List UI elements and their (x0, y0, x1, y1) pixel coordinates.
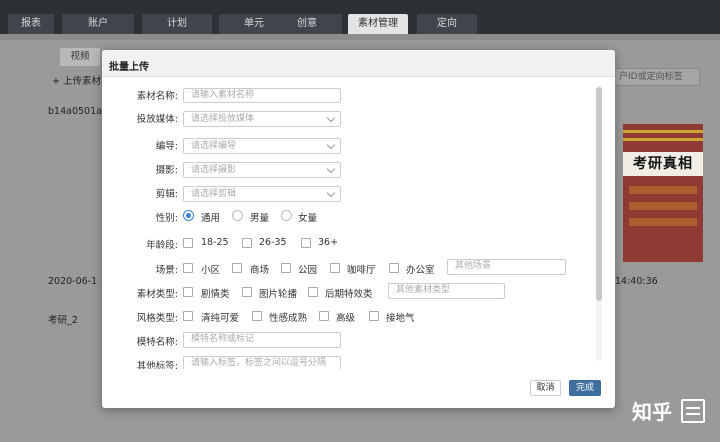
dialog-header: 批量上传 (102, 50, 615, 77)
chevron-down-icon (326, 140, 336, 150)
style-checkbox-down-to-earth[interactable] (369, 311, 379, 321)
age-checkbox-26-35[interactable] (242, 238, 252, 248)
director-select-value: 请选择编导 (191, 141, 237, 151)
style-type-label: 风格类型: (136, 313, 178, 324)
chevron-down-icon (326, 164, 336, 174)
style-checkbox-cute[interactable] (183, 311, 193, 321)
cancel-button[interactable]: 取消 (530, 380, 561, 396)
media-select-value: 请选择投放媒体 (191, 114, 255, 124)
scene-checkbox-community[interactable] (183, 263, 193, 273)
zhihu-watermark: 知乎 (632, 400, 672, 424)
row-date: 2020-06-1 (48, 276, 98, 287)
top-navigation: 报表 账户 计划 单元 创意 素材管理 定向 (0, 0, 720, 34)
tab-material-management[interactable]: 素材管理 (348, 14, 408, 34)
material-type-checkbox-vfx[interactable] (308, 287, 318, 297)
tab-reports[interactable]: 报表 (8, 14, 54, 34)
model-name-label: 模特名称: (136, 337, 178, 348)
scene-checkbox-park[interactable] (281, 263, 291, 273)
other-tags-input[interactable]: 请输入标签，标签之间以逗号分隔 (183, 356, 341, 369)
style-option-cute[interactable]: 清纯可爱 (201, 310, 239, 324)
material-type-label: 素材类型: (136, 289, 178, 300)
scene-option-mall[interactable]: 商场 (250, 262, 269, 276)
style-option-down-to-earth[interactable]: 接地气 (386, 310, 415, 324)
watermark-logo-icon (681, 399, 705, 423)
scrollbar-thumb[interactable] (596, 87, 602, 301)
material-name-input[interactable]: 请输入素材名称 (183, 88, 341, 103)
editor-select-value: 请选择剪辑 (191, 189, 237, 199)
dialog-body: 素材名称: 请输入素材名称 投放媒体: 请选择投放媒体 编导: 请选择编导 摄影… (102, 77, 615, 369)
style-checkbox-mature[interactable] (252, 311, 262, 321)
scene-checkbox-mall[interactable] (232, 263, 242, 273)
batch-upload-dialog: 批量上传 素材名称: 请输入素材名称 投放媒体: 请选择投放媒体 编导: 请选择… (102, 50, 615, 408)
tab-plan[interactable]: 计划 (142, 14, 212, 34)
gender-radio-male[interactable] (232, 210, 243, 221)
tab-targeting[interactable]: 定向 (417, 14, 477, 34)
gender-radio-general[interactable] (183, 210, 194, 221)
style-checkbox-premium[interactable] (319, 311, 329, 321)
row-material-name: b14a0501a (48, 106, 102, 117)
material-thumbnail[interactable]: 考研真相 (623, 124, 703, 262)
material-type-option-vfx[interactable]: 后期特效类 (325, 286, 373, 300)
gender-option-female[interactable]: 女量 (298, 210, 317, 224)
row-material-name: 考研_2 (48, 315, 78, 326)
scene-option-community[interactable]: 小区 (201, 262, 220, 276)
material-type-option-carousel[interactable]: 图片轮播 (259, 286, 297, 300)
scene-option-park[interactable]: 公园 (298, 262, 317, 276)
model-name-input[interactable]: 模特名称或标记 (183, 332, 341, 348)
dialog-title: 批量上传 (109, 62, 149, 73)
age-option-18-25[interactable]: 18-25 (201, 237, 229, 248)
material-type-checkbox-drama[interactable] (183, 287, 193, 297)
scene-checkbox-office[interactable] (389, 263, 399, 273)
style-option-mature[interactable]: 性感成熟 (269, 310, 307, 324)
confirm-button[interactable]: 完成 (569, 380, 601, 396)
material-type-option-drama[interactable]: 剧情类 (201, 286, 230, 300)
row-time: 14:40:36 (615, 276, 658, 287)
other-material-type-input[interactable]: 其他素材类型 (388, 283, 505, 299)
upload-material-button[interactable]: + 上传素材 (52, 73, 101, 87)
scene-option-office[interactable]: 办公室 (406, 262, 435, 276)
chevron-down-icon (326, 113, 336, 123)
director-select[interactable]: 请选择编导 (183, 138, 341, 154)
media-label: 投放媒体: (136, 114, 178, 125)
camera-select[interactable]: 请选择摄影 (183, 162, 341, 178)
poster-title: 考研真相 (623, 152, 703, 176)
editor-select[interactable]: 请选择剪辑 (183, 186, 341, 202)
gender-option-male[interactable]: 男量 (250, 210, 269, 224)
material-type-checkbox-carousel[interactable] (242, 287, 252, 297)
scene-label: 场景: (155, 265, 178, 276)
age-label: 年龄段: (146, 240, 178, 251)
camera-select-value: 请选择摄影 (191, 165, 237, 175)
camera-label: 摄影: (155, 165, 178, 176)
other-scene-input[interactable]: 其他场景 (447, 259, 566, 275)
scene-option-cafe[interactable]: 咖啡厅 (347, 262, 376, 276)
director-label: 编导: (155, 141, 178, 152)
material-name-label: 素材名称: (136, 91, 178, 102)
gender-radio-female[interactable] (281, 210, 292, 221)
search-input[interactable]: 户ID或定向标签 (614, 68, 700, 86)
scene-checkbox-cafe[interactable] (330, 263, 340, 273)
dialog-footer: 取消 完成 (102, 369, 615, 408)
editor-label: 剪辑: (155, 189, 178, 200)
other-tags-label: 其他标签: (136, 361, 178, 369)
style-option-premium[interactable]: 高级 (336, 310, 355, 324)
gender-option-general[interactable]: 通用 (201, 210, 220, 224)
age-checkbox-36-plus[interactable] (301, 238, 311, 248)
tab-video[interactable]: 视频 (60, 48, 100, 66)
media-select[interactable]: 请选择投放媒体 (183, 111, 341, 127)
age-option-26-35[interactable]: 26-35 (259, 237, 287, 248)
tab-account[interactable]: 账户 (62, 14, 134, 34)
chevron-down-icon (326, 188, 336, 198)
gender-label: 性别: (155, 213, 178, 224)
age-option-36-plus[interactable]: 36+ (318, 237, 338, 248)
tab-creative[interactable]: 创意 (272, 14, 342, 34)
age-checkbox-18-25[interactable] (183, 238, 193, 248)
